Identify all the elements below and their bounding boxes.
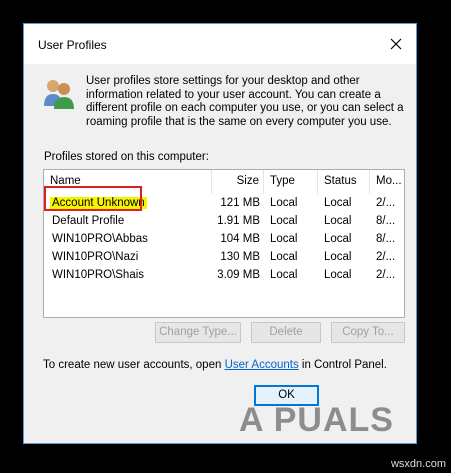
profile-modified: 2/... (376, 251, 396, 263)
profile-name: WIN10PRO\Nazi (52, 251, 139, 263)
change-type-button[interactable]: Change Type... (155, 322, 241, 343)
profile-status: Local (324, 197, 352, 209)
column-header-status[interactable]: Status (318, 170, 370, 194)
profile-modified: 2/... (376, 197, 396, 209)
description-text: User profiles store settings for your de… (86, 75, 404, 128)
profile-size: 104 MB (220, 233, 260, 245)
profile-size: 1.91 MB (217, 215, 260, 227)
highlight-annotation-box (44, 186, 142, 211)
profile-size: 3.09 MB (217, 269, 260, 281)
profile-type: Local (270, 269, 298, 281)
profile-type: Local (270, 233, 298, 245)
footer-prefix: To create new user accounts, open (43, 359, 225, 371)
delete-button[interactable]: Delete (251, 322, 321, 343)
user-accounts-link[interactable]: User Accounts (225, 359, 299, 371)
column-header-modified[interactable]: Mo... (370, 170, 404, 194)
users-icon (44, 80, 74, 109)
profile-name: WIN10PRO\Abbas (52, 233, 148, 245)
profile-status: Local (324, 269, 352, 281)
profile-size: 121 MB (220, 197, 260, 209)
profile-type: Local (270, 215, 298, 227)
copy-to-button[interactable]: Copy To... (331, 322, 405, 343)
column-header-type[interactable]: Type (264, 170, 318, 194)
profile-size: 130 MB (220, 251, 260, 263)
profile-type: Local (270, 251, 298, 263)
profile-status: Local (324, 251, 352, 263)
table-row[interactable]: WIN10PRO\Nazi 130 MB Local Local 2/... (44, 249, 404, 267)
site-watermark: wsxdn.com (390, 458, 446, 470)
footer-suffix: in Control Panel. (298, 359, 387, 371)
profile-modified: 8/... (376, 233, 396, 245)
user-profiles-dialog: User Profiles User profiles store settin… (23, 23, 417, 444)
profile-type: Local (270, 197, 298, 209)
close-icon[interactable] (386, 34, 406, 54)
profiles-stored-label: Profiles stored on this computer: (44, 151, 209, 163)
table-row[interactable]: Default Profile 1.91 MB Local Local 8/..… (44, 213, 404, 231)
table-row[interactable]: WIN10PRO\Abbas 104 MB Local Local 8/... (44, 231, 404, 249)
profile-status: Local (324, 233, 352, 245)
table-row[interactable]: WIN10PRO\Shais 3.09 MB Local Local 2/... (44, 267, 404, 285)
profile-modified: 2/... (376, 269, 396, 281)
appuals-watermark: A PUALS (239, 401, 394, 439)
dialog-title: User Profiles (38, 38, 107, 52)
profile-modified: 8/... (376, 215, 396, 227)
footer-text: To create new user accounts, open User A… (43, 359, 387, 371)
title-bar: User Profiles (24, 24, 416, 64)
column-header-size[interactable]: Size (212, 170, 264, 194)
profile-name: Default Profile (52, 215, 125, 227)
ok-button[interactable]: OK (254, 385, 319, 406)
profile-name: WIN10PRO\Shais (52, 269, 145, 281)
profile-status: Local (324, 215, 352, 227)
